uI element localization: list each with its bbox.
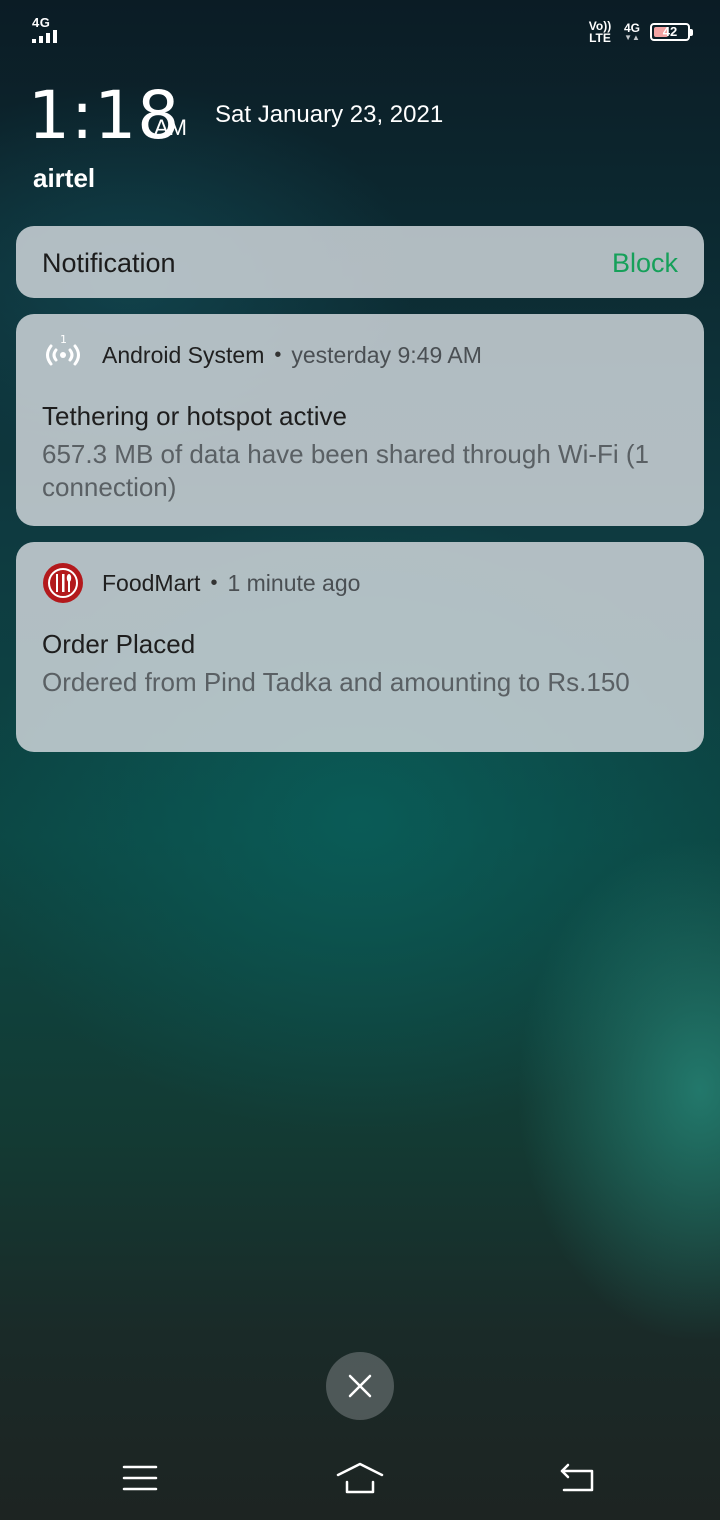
back-icon bbox=[560, 1463, 594, 1492]
notification-title: Order Placed bbox=[42, 629, 196, 659]
mobile-data-icon: 4G ▼▲ bbox=[622, 22, 642, 42]
signal-indicator: 4G bbox=[30, 16, 64, 44]
close-icon bbox=[348, 1374, 372, 1398]
carrier-name: airtel bbox=[33, 163, 96, 193]
clock-ampm: AM bbox=[154, 115, 187, 140]
notification-card-foodmart[interactable]: FoodMart • 1 minute ago Order Placed Ord… bbox=[16, 542, 704, 752]
battery-level: 42 bbox=[662, 24, 678, 39]
notification-header: 1 Android System • yesterday 9:49 AM bbox=[42, 334, 482, 372]
notification-app-name: FoodMart bbox=[102, 569, 201, 596]
notification-app-name: Android System bbox=[102, 341, 265, 368]
home-button[interactable] bbox=[330, 1456, 390, 1500]
notification-header-title: Notification bbox=[42, 248, 176, 278]
clear-notifications-button[interactable] bbox=[326, 1352, 394, 1420]
block-button[interactable]: Block bbox=[612, 246, 678, 280]
back-button[interactable] bbox=[548, 1456, 608, 1500]
notification-time: 1 minute ago bbox=[227, 569, 361, 596]
date-label: Sat January 23, 2021 bbox=[215, 101, 444, 128]
volte-icon: Vo)) LTE bbox=[586, 20, 614, 44]
notification-settings-card: Notification Block bbox=[16, 226, 704, 298]
status-bar: 4G Vo)) LTE 4G ▼▲ 42 bbox=[0, 0, 720, 60]
menu-button[interactable] bbox=[110, 1456, 170, 1500]
hotspot-icon: 1 bbox=[42, 334, 84, 376]
notification-title: Tethering or hotspot active bbox=[42, 401, 347, 431]
notification-header: FoodMart • 1 minute ago bbox=[42, 563, 361, 603]
battery-icon: 42 bbox=[650, 23, 693, 41]
notification-separator: • bbox=[210, 571, 218, 594]
navigation-bar bbox=[0, 1440, 720, 1520]
status-icons: Vo)) LTE 4G ▼▲ 42 bbox=[586, 18, 693, 46]
notification-body: 657.3 MB of data have been shared throug… bbox=[42, 439, 650, 502]
volte-bottom-label: LTE bbox=[589, 31, 611, 45]
menu-icon bbox=[122, 1465, 158, 1491]
signal-bars-icon bbox=[32, 29, 57, 43]
network-type-label: 4G bbox=[32, 15, 51, 30]
foodmart-logo-icon bbox=[42, 562, 84, 604]
notification-card-android-system[interactable]: 1 Android System • yesterday 9:49 AM Tet… bbox=[16, 314, 704, 526]
home-icon bbox=[336, 1462, 384, 1494]
data-arrows-icon: ▼▲ bbox=[624, 33, 640, 42]
notification-body: Ordered from Pind Tadka and amounting to… bbox=[42, 667, 630, 697]
notification-separator: • bbox=[274, 343, 282, 366]
svg-text:1: 1 bbox=[60, 334, 67, 346]
notification-time: yesterday 9:49 AM bbox=[291, 341, 482, 368]
